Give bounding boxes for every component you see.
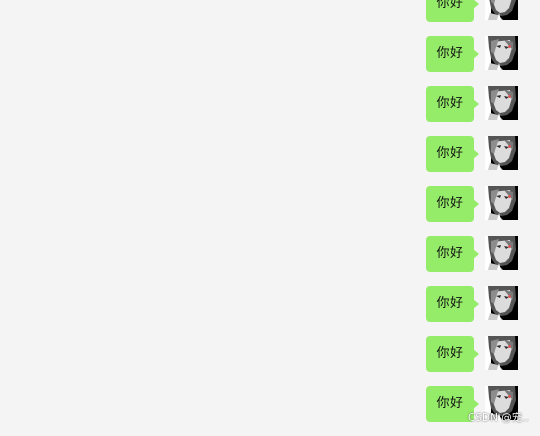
- message-bubble[interactable]: 你好: [426, 386, 479, 422]
- avatar[interactable]: [485, 86, 518, 120]
- anime-girl-avatar-icon: [485, 336, 518, 370]
- anime-girl-avatar-icon: [485, 236, 518, 270]
- avatar[interactable]: [485, 186, 518, 220]
- anime-girl-avatar-icon: [485, 0, 518, 20]
- anime-girl-avatar-icon: [485, 136, 518, 170]
- message-row: 你好: [0, 336, 540, 386]
- message-row: 你好: [0, 0, 540, 36]
- message-row: 你好: [0, 186, 540, 236]
- message-row: 你好: [0, 136, 540, 186]
- avatar[interactable]: [485, 286, 518, 320]
- message-bubble[interactable]: 你好: [426, 236, 479, 272]
- anime-girl-avatar-icon: [485, 186, 518, 220]
- message-bubble[interactable]: 你好: [426, 36, 479, 72]
- avatar[interactable]: [485, 136, 518, 170]
- message-bubble[interactable]: 你好: [426, 186, 479, 222]
- watermark: CSDN @宠..: [468, 412, 529, 424]
- message-row: 你好: [0, 286, 540, 336]
- avatar[interactable]: [485, 36, 518, 70]
- message-bubble[interactable]: 你好: [426, 86, 479, 122]
- message-bubble[interactable]: 你好: [426, 0, 479, 22]
- anime-girl-avatar-icon: [485, 286, 518, 320]
- message-bubble[interactable]: 你好: [426, 286, 479, 322]
- message-row: 你好: [0, 36, 540, 86]
- avatar[interactable]: [485, 236, 518, 270]
- message-bubble[interactable]: 你好: [426, 136, 479, 172]
- message-row: 你好: [0, 236, 540, 286]
- chat-message-list: 你好 你好 你好 你好 你好 你好 你好 你好 你好: [0, 0, 540, 436]
- anime-girl-avatar-icon: [485, 36, 518, 70]
- avatar[interactable]: [485, 336, 518, 370]
- message-row: 你好: [0, 86, 540, 136]
- avatar[interactable]: [485, 0, 518, 20]
- message-bubble[interactable]: 你好: [426, 336, 479, 372]
- message-row: 你好: [0, 386, 540, 436]
- anime-girl-avatar-icon: [485, 86, 518, 120]
